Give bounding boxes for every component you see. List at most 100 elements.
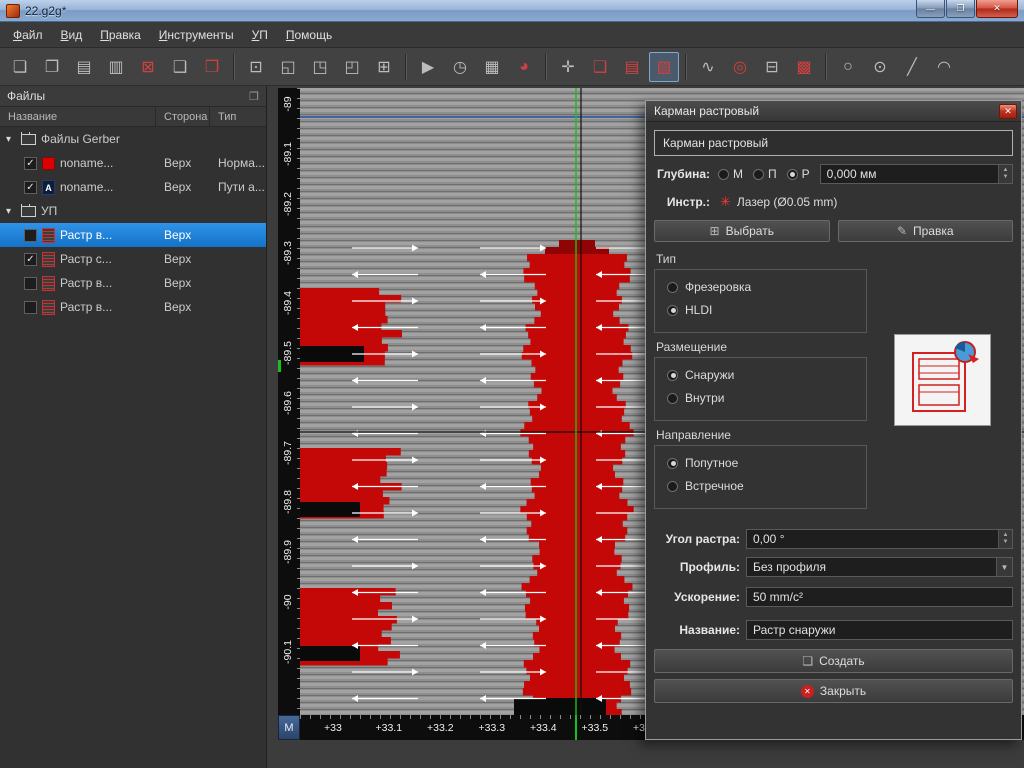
menu-item[interactable]: Инструменты [150, 24, 243, 46]
create-button[interactable]: ❏ Создать [654, 649, 1013, 673]
dialog-close-icon[interactable]: ✕ [999, 103, 1017, 119]
type-option[interactable]: Фрезеровка [667, 280, 854, 294]
v-ruler-label: -89.6 [282, 390, 294, 415]
select-area-icon[interactable]: ⊡ [241, 52, 271, 82]
depth-option[interactable]: Р [786, 167, 810, 181]
line-tool-icon[interactable]: ╱ [897, 52, 927, 82]
menu-item[interactable]: Файл [4, 24, 52, 46]
folder-name: УП [41, 204, 58, 218]
radio-icon[interactable] [667, 281, 678, 293]
tool-label: Инстр.: [666, 195, 710, 209]
profile-select[interactable]: Без профиля ▼ [746, 557, 1013, 577]
copy-doc-icon[interactable]: ❑ [165, 52, 195, 82]
radio-icon[interactable] [753, 168, 764, 180]
tree-file-row[interactable]: Растр в... Верх [0, 295, 266, 319]
depth-value[interactable]: 0,000 мм [821, 167, 998, 181]
statistics-pie-icon[interactable]: ◕ [509, 52, 539, 82]
crop-tool-icon[interactable]: ⊟ [757, 52, 787, 82]
menu-item[interactable]: УП [243, 24, 277, 46]
circle-red-icon[interactable]: ◎ [725, 52, 755, 82]
visibility-checkbox[interactable] [24, 300, 37, 314]
save-as-icon[interactable]: ▥ [101, 52, 131, 82]
copy-layer-icon[interactable]: ❑ [585, 52, 615, 82]
tree-folder-row[interactable]: ▾ Файлы Gerber [0, 127, 266, 151]
direction-option[interactable]: Встречное [667, 479, 854, 493]
visibility-checkbox[interactable]: ✓ [24, 156, 37, 170]
radio-icon[interactable] [667, 392, 678, 404]
dialog-titlebar[interactable]: Карман растровый ✕ [646, 101, 1021, 122]
ruler-units-button[interactable]: M [278, 715, 300, 740]
close-dialog-button[interactable]: ✕ Закрыть [654, 679, 1013, 703]
angle-spinner[interactable]: ▲ ▼ [998, 530, 1012, 548]
radio-label: Р [801, 167, 810, 181]
visibility-checkbox[interactable] [24, 228, 37, 242]
delete-file-icon[interactable]: ⊠ [133, 52, 163, 82]
maximize-button[interactable]: ❐ [946, 0, 975, 18]
grid-view-icon[interactable]: ⊞ [369, 52, 399, 82]
open-file-icon[interactable]: ❐ [37, 52, 67, 82]
direction-option[interactable]: Попутное [667, 456, 854, 470]
column-header-side[interactable]: Сторона [156, 107, 210, 126]
raster-file-icon[interactable]: ▤ [617, 52, 647, 82]
radio-icon[interactable] [786, 168, 798, 180]
radio-icon[interactable] [667, 369, 678, 381]
menu-item[interactable]: Помощь [277, 24, 341, 46]
name-input[interactable]: Растр снаружи [746, 620, 1013, 640]
save-file-icon[interactable]: ▤ [69, 52, 99, 82]
grid-red-icon[interactable]: ▩ [789, 52, 819, 82]
zoom-selection-icon[interactable]: ◰ [337, 52, 367, 82]
import-doc-icon[interactable]: ❒ [197, 52, 227, 82]
acceleration-input[interactable]: 50 mm/c² [746, 587, 1013, 607]
expand-arrow-icon[interactable]: ▾ [6, 134, 16, 145]
radio-icon[interactable] [667, 457, 678, 469]
window-titlebar[interactable]: 22.g2g* — ❐ ✕ [0, 0, 1024, 22]
circle-tool-icon[interactable]: ○ [833, 52, 863, 82]
depth-option[interactable]: П [753, 167, 777, 181]
menu-item[interactable]: Вид [52, 24, 92, 46]
new-file-icon[interactable]: ❏ [5, 52, 35, 82]
depth-spinner[interactable]: ▲ ▼ [998, 165, 1012, 183]
depth-option[interactable]: М [718, 167, 743, 181]
raster-pocket-icon[interactable]: ▧ [649, 51, 679, 82]
tree-file-row[interactable]: ✓ Anoname... Верх Пути а... [0, 175, 266, 199]
drill-tool-icon[interactable]: ✛ [553, 52, 583, 82]
close-button[interactable]: ✕ [976, 0, 1018, 18]
expand-arrow-icon[interactable]: ▾ [6, 206, 16, 217]
tree-folder-row[interactable]: ▾ УП [0, 199, 266, 223]
zoom-window-icon[interactable]: ◱ [273, 52, 303, 82]
column-header-name[interactable]: Название [0, 107, 156, 126]
type-option[interactable]: HLDI [667, 303, 854, 317]
run-simulation-icon[interactable]: ▶ [413, 52, 443, 82]
placement-option[interactable]: Снаружи [667, 368, 854, 382]
toolbar-separator [405, 53, 407, 80]
visibility-checkbox[interactable] [24, 276, 37, 290]
tree-file-row[interactable]: Растр в... Верх [0, 271, 266, 295]
tree-file-row[interactable]: ✓ noname... Верх Норма... [0, 151, 266, 175]
chevron-down-icon[interactable]: ▼ [996, 558, 1012, 576]
depth-input[interactable]: 0,000 мм ▲ ▼ [819, 164, 1013, 184]
point-tool-icon[interactable]: ⊙ [865, 52, 895, 82]
visibility-checkbox[interactable]: ✓ [24, 180, 37, 194]
time-estimate-icon[interactable]: ◷ [445, 52, 475, 82]
radio-icon[interactable] [718, 168, 729, 180]
tree-file-row[interactable]: ✓ Растр с... Верх [0, 247, 266, 271]
v-ruler-label: -89.2 [282, 191, 294, 216]
spline-tool-icon[interactable]: ∿ [693, 52, 723, 82]
menu-item[interactable]: Правка [91, 24, 150, 46]
dock-icon[interactable]: ❐ [249, 90, 259, 103]
radio-icon[interactable] [667, 304, 678, 316]
visibility-checkbox[interactable]: ✓ [24, 252, 37, 266]
angle-value[interactable]: 0,00 ° [747, 532, 998, 546]
angle-input[interactable]: 0,00 ° ▲ ▼ [746, 529, 1013, 549]
select-tool-button[interactable]: ⊞ Выбрать [654, 220, 830, 242]
placement-option[interactable]: Внутри [667, 391, 854, 405]
column-header-type[interactable]: Тип [210, 107, 266, 126]
dialog-title: Карман растровый [654, 104, 760, 118]
tree-file-row[interactable]: Растр в... Верх [0, 223, 266, 247]
edit-tool-button[interactable]: ✎ Правка [837, 220, 1013, 242]
zoom-fit-icon[interactable]: ◳ [305, 52, 335, 82]
minimize-button[interactable]: — [916, 0, 945, 18]
table-view-icon[interactable]: ▦ [477, 52, 507, 82]
arc-tool-icon[interactable]: ◠ [929, 52, 959, 82]
radio-icon[interactable] [667, 480, 678, 492]
